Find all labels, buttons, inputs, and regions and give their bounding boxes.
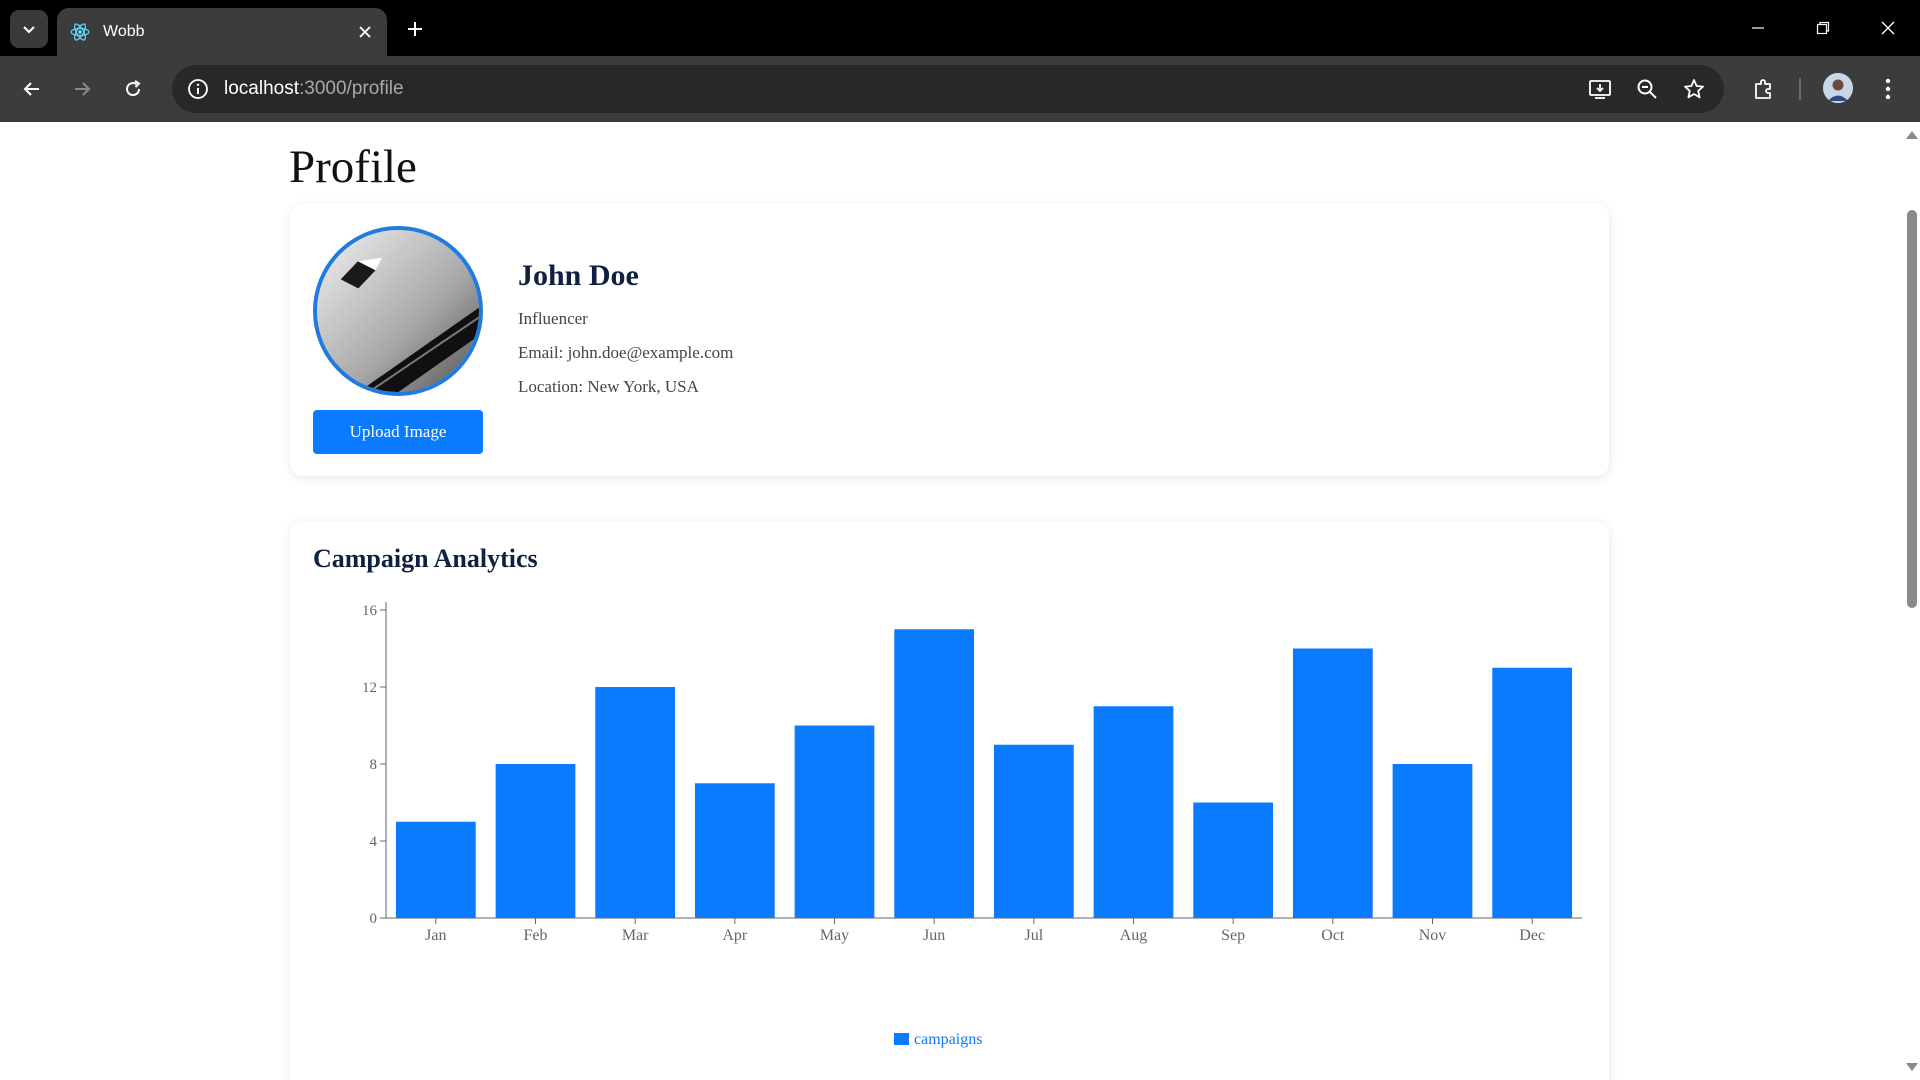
site-info-icon[interactable] — [184, 75, 212, 103]
bar-mar — [595, 687, 676, 918]
browser-toolbar: localhost:3000/profile — [0, 56, 1920, 122]
y-tick-label: 12 — [362, 680, 377, 696]
bar-dec — [1492, 667, 1573, 918]
profile-avatar-icon[interactable] — [1823, 73, 1853, 103]
minimize-icon — [1752, 27, 1764, 29]
bar-nov — [1392, 764, 1473, 918]
url-host: localhost — [224, 78, 299, 99]
tab-close-icon[interactable] — [353, 20, 377, 44]
y-tick-label: 16 — [362, 603, 378, 619]
bar-aug — [1093, 706, 1174, 918]
bar-apr — [694, 783, 775, 918]
more-vert-icon — [1885, 78, 1891, 100]
browser-tab-active[interactable]: Wobb — [57, 8, 387, 56]
plus-icon — [408, 22, 422, 36]
legend-label: campaigns — [914, 1031, 982, 1048]
scroll-up-icon[interactable] — [1906, 130, 1918, 140]
y-tick-label: 0 — [370, 911, 378, 927]
y-tick-label: 8 — [370, 757, 378, 773]
menu-button[interactable] — [1872, 73, 1904, 105]
profile-info: John Doe Influencer Email: john.doe@exam… — [518, 259, 733, 397]
arrow-right-icon — [75, 82, 91, 96]
tab-title: Wobb — [103, 23, 145, 40]
profile-name: John Doe — [518, 259, 639, 292]
reload-button[interactable] — [117, 73, 149, 105]
minimize-button[interactable] — [1740, 12, 1776, 44]
react-favicon-icon — [69, 21, 91, 43]
x-tick-label: Aug — [1120, 927, 1148, 944]
x-tick-label: Feb — [524, 927, 548, 944]
page-viewport: Profile Upload Image John Doe Influencer… — [0, 122, 1902, 1080]
bar-may — [794, 725, 875, 918]
profile-role: Influencer — [518, 309, 588, 328]
close-window-button[interactable] — [1870, 12, 1906, 44]
back-button[interactable] — [16, 73, 48, 105]
page-title: Profile — [289, 141, 417, 193]
url-text: localhost:3000/profile — [224, 78, 404, 100]
campaign-bar-chart: 0 4 8 12 16 Jan Feb Mar Apr May Jun Jul Aug Sep Oct Nov… — [362, 602, 1582, 1048]
install-app-icon[interactable] — [1586, 75, 1614, 103]
x-tick-label: Mar — [622, 927, 649, 944]
zoom-icon[interactable] — [1633, 75, 1661, 103]
x-tick-label: Jan — [425, 927, 446, 944]
bookmark-star-icon[interactable] — [1680, 75, 1708, 103]
tab-search-button[interactable] — [10, 10, 48, 48]
new-tab-button[interactable] — [400, 14, 430, 44]
bar-jun — [894, 629, 975, 918]
address-bar[interactable]: localhost:3000/profile — [172, 65, 1724, 113]
x-tick-label: Apr — [722, 927, 748, 944]
arrow-left-icon — [23, 82, 39, 96]
legend-swatch — [894, 1033, 909, 1045]
bar-oct — [1292, 648, 1373, 918]
profile-avatar — [313, 226, 483, 396]
url-path: :3000/profile — [299, 78, 404, 99]
forward-button[interactable] — [66, 73, 98, 105]
bar-jan — [395, 821, 476, 918]
x-tick-label: Jul — [1024, 927, 1043, 944]
x-tick-label: Oct — [1321, 927, 1345, 944]
extensions-button[interactable] — [1748, 73, 1780, 105]
x-tick-label: Jun — [923, 927, 945, 944]
reload-icon — [126, 80, 141, 97]
laptop-photo — [317, 230, 479, 392]
scroll-down-icon[interactable] — [1906, 1062, 1918, 1072]
bar-jul — [993, 744, 1074, 918]
puzzle-icon — [1755, 79, 1771, 99]
page-scrollbar[interactable] — [1902, 122, 1920, 1080]
restore-button[interactable] — [1805, 12, 1841, 44]
scroll-thumb[interactable] — [1907, 210, 1917, 608]
bar-sep — [1193, 802, 1274, 918]
toolbar-divider — [1799, 78, 1801, 100]
analytics-card: Campaign Analytics 0 4 8 12 16 Jan Feb Mar Apr Ma… — [290, 522, 1609, 1080]
chevron-down-icon — [23, 26, 35, 34]
y-tick-label: 4 — [370, 834, 378, 850]
x-tick-label: Sep — [1221, 927, 1245, 944]
restore-icon — [1816, 21, 1830, 35]
x-tick-label: Nov — [1419, 927, 1447, 944]
bar-feb — [495, 764, 576, 918]
profile-email: Email: john.doe@example.com — [518, 343, 734, 362]
close-icon — [1881, 21, 1895, 35]
x-tick-label: Dec — [1519, 927, 1545, 944]
profile-card: Upload Image John Doe Influencer Email: … — [290, 204, 1609, 476]
x-tick-label: May — [820, 927, 849, 944]
browser-tab-bar: Wobb — [0, 0, 1920, 56]
profile-location: Location: New York, USA — [518, 377, 699, 396]
upload-image-button[interactable]: Upload Image — [313, 410, 483, 454]
